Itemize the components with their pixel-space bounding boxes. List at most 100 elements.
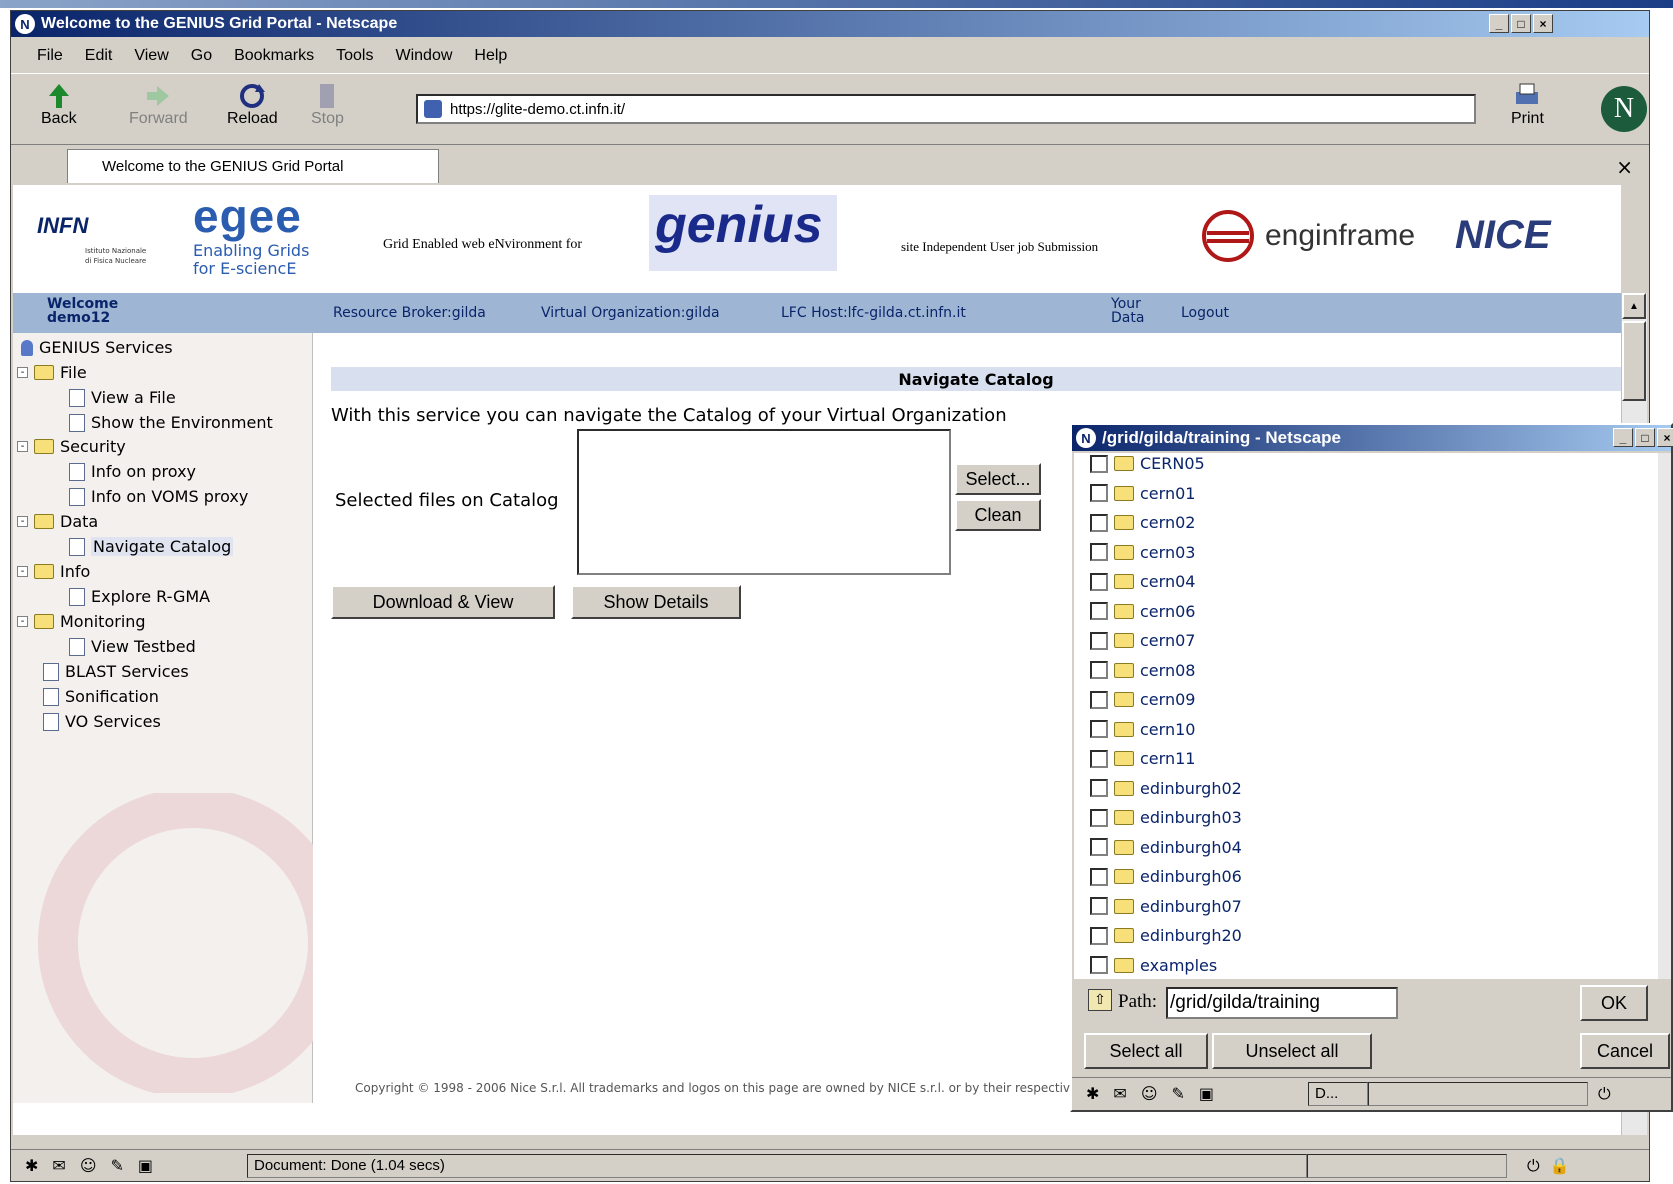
file-name[interactable]: edinburgh02: [1140, 779, 1242, 798]
resource-broker-link[interactable]: Resource Broker:gilda: [333, 305, 486, 321]
file-list-item[interactable]: edinburgh20: [1090, 926, 1242, 945]
file-list-item[interactable]: cern04: [1090, 572, 1195, 591]
unselect-all-button[interactable]: Unselect all: [1212, 1033, 1372, 1069]
address-book-icon[interactable]: ▣: [1199, 1084, 1214, 1103]
file-list-item[interactable]: edinburgh06: [1090, 867, 1242, 886]
select-button[interactable]: Select...: [955, 463, 1041, 495]
file-checkbox[interactable]: [1090, 720, 1108, 738]
menu-go[interactable]: Go: [191, 47, 212, 65]
instant-messenger-icon[interactable]: ☺: [1141, 1084, 1158, 1103]
file-name[interactable]: edinburgh20: [1140, 926, 1242, 945]
file-name[interactable]: cern01: [1140, 484, 1195, 503]
selected-files-box[interactable]: [577, 429, 951, 575]
file-list-item[interactable]: cern09: [1090, 690, 1195, 709]
file-list-item[interactable]: edinburgh07: [1090, 897, 1242, 916]
forward-button[interactable]: Forward: [129, 82, 188, 128]
file-checkbox[interactable]: [1090, 602, 1108, 620]
path-input[interactable]: /grid/gilda/training: [1166, 987, 1398, 1019]
composer-icon[interactable]: ✎: [1172, 1084, 1185, 1103]
file-checkbox[interactable]: [1090, 956, 1108, 974]
popup-close-button[interactable]: ×: [1657, 428, 1673, 447]
file-name[interactable]: cern02: [1140, 513, 1195, 532]
file-list-item[interactable]: examples: [1090, 956, 1217, 975]
print-button[interactable]: Print: [1511, 82, 1544, 128]
address-book-icon[interactable]: ▣: [138, 1156, 153, 1175]
popup-maximize-button[interactable]: □: [1635, 428, 1655, 447]
file-name[interactable]: cern08: [1140, 661, 1195, 680]
menu-file[interactable]: File: [37, 47, 63, 65]
file-checkbox[interactable]: [1090, 661, 1108, 679]
file-list-item[interactable]: cern07: [1090, 631, 1195, 650]
logout-link[interactable]: Logout: [1181, 305, 1229, 321]
file-list-item[interactable]: cern01: [1090, 484, 1195, 503]
menu-window[interactable]: Window: [395, 47, 452, 65]
file-checkbox[interactable]: [1090, 572, 1108, 591]
file-name[interactable]: edinburgh03: [1140, 808, 1242, 827]
scroll-thumb[interactable]: [1622, 321, 1646, 401]
tree-monitoring[interactable]: - Monitoring: [17, 612, 146, 631]
maximize-button[interactable]: □: [1511, 14, 1531, 33]
tree-sonification[interactable]: Sonification: [43, 687, 159, 706]
file-name[interactable]: CERN05: [1140, 454, 1205, 473]
show-details-button[interactable]: Show Details: [571, 585, 741, 619]
file-checkbox[interactable]: [1090, 454, 1108, 473]
tree-explore-rgma[interactable]: Explore R-GMA: [69, 587, 210, 606]
file-list-item[interactable]: edinburgh02: [1090, 779, 1242, 798]
file-name[interactable]: cern10: [1140, 720, 1195, 739]
file-name[interactable]: edinburgh07: [1140, 897, 1242, 916]
file-name[interactable]: cern03: [1140, 543, 1195, 562]
file-checkbox[interactable]: [1090, 543, 1108, 561]
file-checkbox[interactable]: [1090, 926, 1108, 945]
menu-tools[interactable]: Tools: [336, 47, 373, 65]
file-checkbox[interactable]: [1090, 690, 1108, 709]
data-label[interactable]: Data: [1111, 311, 1144, 325]
file-checkbox[interactable]: [1090, 749, 1108, 768]
download-view-button[interactable]: Download & View: [331, 585, 555, 619]
composer-icon[interactable]: ✎: [111, 1156, 124, 1175]
file-list-item[interactable]: edinburgh03: [1090, 808, 1242, 827]
menu-edit[interactable]: Edit: [85, 47, 113, 65]
popup-minimize-button[interactable]: _: [1613, 428, 1633, 447]
navigator-icon[interactable]: ✱: [25, 1156, 38, 1175]
virtual-org-link[interactable]: Virtual Organization:gilda: [541, 305, 720, 321]
scroll-up-icon[interactable]: ▲: [1622, 293, 1646, 319]
tab-close-icon[interactable]: ×: [1616, 155, 1633, 179]
window-titlebar[interactable]: N Welcome to the GENIUS Grid Portal - Ne…: [11, 11, 1649, 37]
stop-button[interactable]: Stop: [311, 82, 344, 128]
tree-voms-proxy[interactable]: Info on VOMS proxy: [69, 487, 248, 506]
file-name[interactable]: cern09: [1140, 690, 1195, 709]
file-list-item[interactable]: cern02: [1090, 513, 1195, 532]
tree-show-env[interactable]: Show the Environment: [69, 413, 273, 432]
netscape-throbber-icon[interactable]: N: [1601, 86, 1647, 132]
security-lock-icon[interactable]: 🔒: [1550, 1156, 1570, 1175]
close-button[interactable]: ×: [1533, 14, 1553, 33]
parent-folder-icon[interactable]: ⇧: [1088, 989, 1112, 1011]
tree-blast[interactable]: BLAST Services: [43, 662, 189, 681]
file-name[interactable]: edinburgh04: [1140, 838, 1242, 857]
tree-info[interactable]: - Info: [17, 562, 90, 581]
file-list-item[interactable]: cern03: [1090, 543, 1195, 562]
file-list-item[interactable]: CERN05: [1090, 454, 1205, 473]
file-name[interactable]: cern06: [1140, 602, 1195, 621]
file-checkbox[interactable]: [1090, 867, 1108, 886]
tree-view-file[interactable]: View a File: [69, 388, 176, 407]
cancel-button[interactable]: Cancel: [1580, 1033, 1670, 1069]
tab-genius[interactable]: Welcome to the GENIUS Grid Portal: [67, 149, 439, 183]
ok-button[interactable]: OK: [1580, 985, 1648, 1021]
your-label[interactable]: Your: [1111, 297, 1141, 311]
online-icon[interactable]: ⏻: [1598, 1084, 1611, 1104]
file-list-item[interactable]: edinburgh04: [1090, 838, 1242, 857]
menu-view[interactable]: View: [134, 47, 168, 65]
tree-navigate-catalog[interactable]: Navigate Catalog: [69, 537, 234, 556]
file-list-item[interactable]: cern11: [1090, 749, 1195, 768]
file-name[interactable]: edinburgh06: [1140, 867, 1242, 886]
reload-button[interactable]: Reload: [227, 82, 278, 128]
menu-bookmarks[interactable]: Bookmarks: [234, 47, 314, 65]
file-checkbox[interactable]: [1090, 779, 1108, 797]
clean-button[interactable]: Clean: [955, 499, 1041, 531]
file-name[interactable]: cern04: [1140, 572, 1195, 591]
menu-help[interactable]: Help: [474, 47, 507, 65]
file-checkbox[interactable]: [1090, 484, 1108, 502]
file-name[interactable]: cern07: [1140, 631, 1195, 650]
file-checkbox[interactable]: [1090, 631, 1108, 650]
